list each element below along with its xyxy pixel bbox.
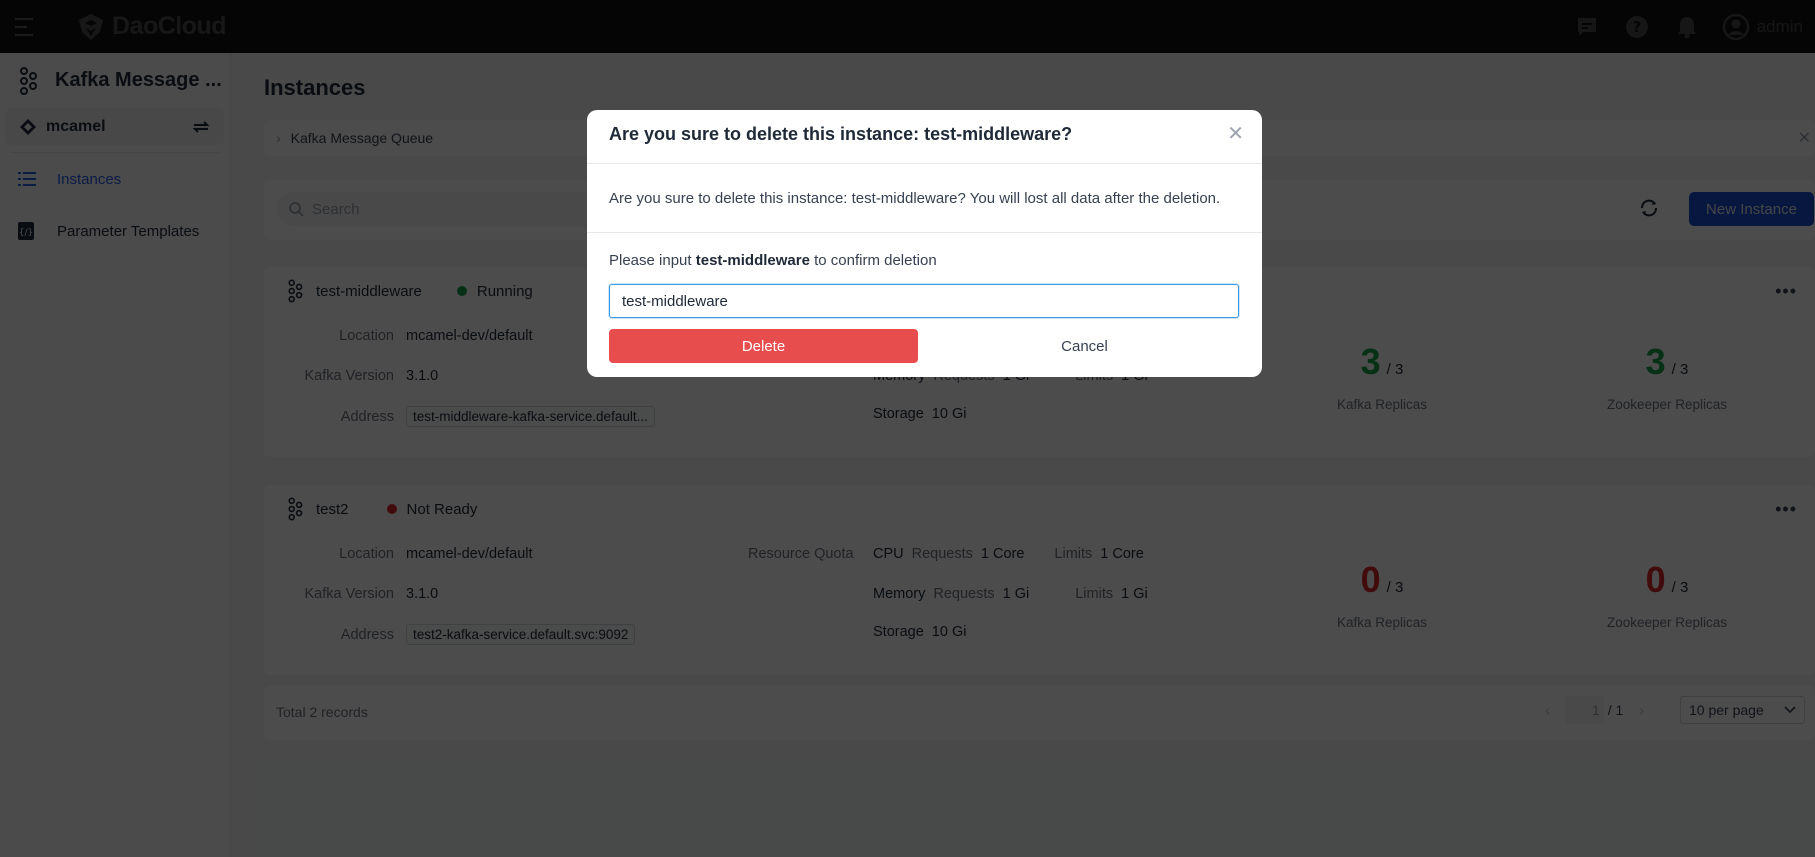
dialog-message: Are you sure to delete this instance: te… (609, 190, 1221, 207)
divider (587, 232, 1262, 233)
cancel-button[interactable]: Cancel (930, 329, 1239, 363)
delete-confirm-dialog: Are you sure to delete this instance: te… (587, 110, 1262, 377)
confirm-prompt: Please input test-middleware to confirm … (609, 252, 937, 269)
confirm-name-input[interactable] (609, 284, 1239, 318)
divider (587, 163, 1262, 164)
dialog-title: Are you sure to delete this instance: te… (609, 124, 1073, 144)
delete-button[interactable]: Delete (609, 329, 918, 363)
close-icon[interactable]: ✕ (1227, 124, 1244, 144)
